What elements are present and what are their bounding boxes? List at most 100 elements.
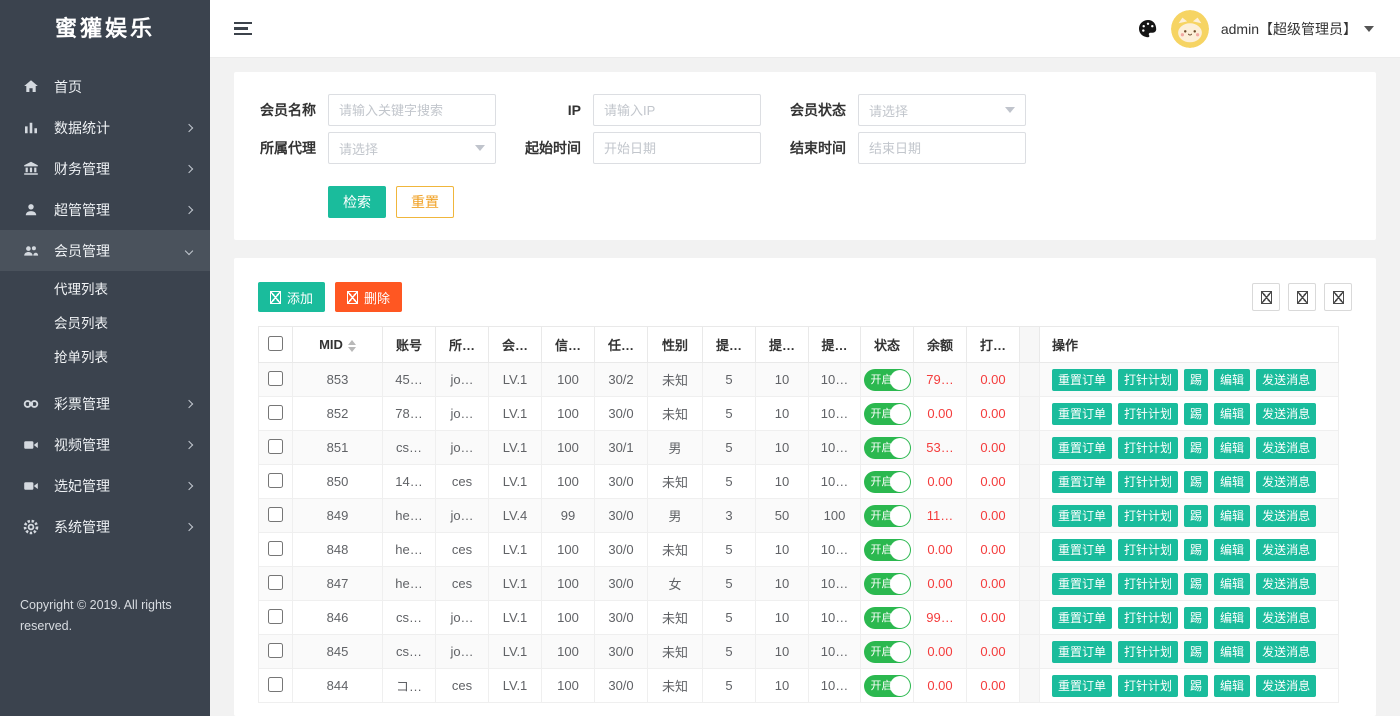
status-toggle[interactable]: 开启 — [864, 369, 911, 391]
row-action-button[interactable]: 编辑 — [1214, 641, 1250, 663]
menu-toggle-button[interactable] — [234, 22, 254, 35]
member-name-input[interactable] — [328, 94, 496, 126]
row-action-button[interactable]: 发送消息 — [1256, 607, 1316, 629]
row-action-button[interactable]: 重置订单 — [1052, 505, 1112, 527]
status-toggle[interactable]: 开启 — [864, 437, 911, 459]
row-action-button[interactable]: 发送消息 — [1256, 539, 1316, 561]
row-action-button[interactable]: 重置订单 — [1052, 403, 1112, 425]
row-action-button[interactable]: 发送消息 — [1256, 641, 1316, 663]
column-mid[interactable]: MID — [293, 327, 383, 363]
user-menu[interactable]: admin【超级管理员】 — [1221, 19, 1374, 39]
status-toggle[interactable]: 开启 — [864, 675, 911, 697]
sidebar-item-superadmin[interactable]: 超管管理 — [0, 189, 210, 230]
sidebar-subitem-grab-list[interactable]: 抢单列表 — [0, 341, 210, 375]
row-action-button[interactable]: 重置订单 — [1052, 607, 1112, 629]
sidebar-item-home[interactable]: 首页 — [0, 66, 210, 107]
row-action-button[interactable]: 编辑 — [1214, 437, 1250, 459]
status-toggle[interactable]: 开启 — [864, 539, 911, 561]
row-action-button[interactable]: 重置订单 — [1052, 437, 1112, 459]
row-action-button[interactable]: 发送消息 — [1256, 573, 1316, 595]
row-action-button[interactable]: 踢 — [1184, 607, 1208, 629]
row-action-button[interactable]: 编辑 — [1214, 675, 1250, 697]
sidebar-item-concubine[interactable]: 选妃管理 — [0, 465, 210, 506]
row-action-button[interactable]: 编辑 — [1214, 369, 1250, 391]
row-checkbox[interactable] — [268, 371, 283, 386]
member-status-select[interactable]: 请选择 — [858, 94, 1026, 126]
search-button[interactable]: 检索 — [328, 186, 386, 218]
row-action-button[interactable]: 重置订单 — [1052, 675, 1112, 697]
status-toggle[interactable]: 开启 — [864, 505, 911, 527]
row-checkbox[interactable] — [268, 473, 283, 488]
row-action-button[interactable]: 踢 — [1184, 539, 1208, 561]
row-action-button[interactable]: 踢 — [1184, 369, 1208, 391]
row-action-button[interactable]: 发送消息 — [1256, 369, 1316, 391]
status-toggle[interactable]: 开启 — [864, 471, 911, 493]
row-action-button[interactable]: 编辑 — [1214, 573, 1250, 595]
row-checkbox[interactable] — [268, 405, 283, 420]
status-toggle[interactable]: 开启 — [864, 573, 911, 595]
row-action-button[interactable]: 发送消息 — [1256, 471, 1316, 493]
row-checkbox[interactable] — [268, 541, 283, 556]
row-action-button[interactable]: 重置订单 — [1052, 369, 1112, 391]
reset-button[interactable]: 重置 — [396, 186, 454, 218]
ip-input[interactable] — [593, 94, 761, 126]
row-action-button[interactable]: 踢 — [1184, 403, 1208, 425]
row-checkbox[interactable] — [268, 677, 283, 692]
row-action-button[interactable]: 重置订单 — [1052, 539, 1112, 561]
row-action-button[interactable]: 踢 — [1184, 675, 1208, 697]
row-action-button[interactable]: 重置订单 — [1052, 471, 1112, 493]
row-action-button[interactable]: 发送消息 — [1256, 675, 1316, 697]
sidebar-item-finance[interactable]: 财务管理 — [0, 148, 210, 189]
row-checkbox[interactable] — [268, 439, 283, 454]
sidebar-subitem-member-list[interactable]: 会员列表 — [0, 307, 210, 341]
row-action-button[interactable]: 打针计划 — [1118, 675, 1178, 697]
row-action-button[interactable]: 编辑 — [1214, 505, 1250, 527]
toolbar-icon-button-2[interactable] — [1288, 283, 1316, 311]
row-action-button[interactable]: 打针计划 — [1118, 641, 1178, 663]
row-action-button[interactable]: 打针计划 — [1118, 607, 1178, 629]
row-checkbox[interactable] — [268, 643, 283, 658]
row-action-button[interactable]: 重置订单 — [1052, 641, 1112, 663]
row-action-button[interactable]: 打针计划 — [1118, 539, 1178, 561]
sidebar-subitem-agent-list[interactable]: 代理列表 — [0, 273, 210, 307]
row-action-button[interactable]: 重置订单 — [1052, 573, 1112, 595]
row-checkbox[interactable] — [268, 507, 283, 522]
row-action-button[interactable]: 踢 — [1184, 505, 1208, 527]
row-checkbox[interactable] — [268, 575, 283, 590]
sidebar-item-video[interactable]: 视频管理 — [0, 424, 210, 465]
row-action-button[interactable]: 打针计划 — [1118, 505, 1178, 527]
row-action-button[interactable]: 踢 — [1184, 471, 1208, 493]
toolbar-icon-button-1[interactable] — [1252, 283, 1280, 311]
row-action-button[interactable]: 发送消息 — [1256, 437, 1316, 459]
row-action-button[interactable]: 打针计划 — [1118, 403, 1178, 425]
row-action-button[interactable]: 踢 — [1184, 437, 1208, 459]
status-toggle[interactable]: 开启 — [864, 403, 911, 425]
sidebar-item-lottery[interactable]: 彩票管理 — [0, 383, 210, 424]
delete-button[interactable]: 删除 — [335, 282, 402, 312]
start-date-input[interactable] — [593, 132, 761, 164]
row-action-button[interactable]: 打针计划 — [1118, 573, 1178, 595]
select-all-checkbox[interactable] — [268, 336, 283, 351]
row-action-button[interactable]: 编辑 — [1214, 403, 1250, 425]
row-action-button[interactable]: 踢 — [1184, 573, 1208, 595]
row-action-button[interactable]: 踢 — [1184, 641, 1208, 663]
sort-icon[interactable] — [348, 340, 356, 352]
row-action-button[interactable]: 打针计划 — [1118, 369, 1178, 391]
add-button[interactable]: 添加 — [258, 282, 325, 312]
toolbar-icon-button-3[interactable] — [1324, 283, 1352, 311]
status-toggle[interactable]: 开启 — [864, 607, 911, 629]
sidebar-item-statistics[interactable]: 数据统计 — [0, 107, 210, 148]
end-date-input[interactable] — [858, 132, 1026, 164]
theme-palette-icon[interactable] — [1137, 18, 1159, 40]
row-action-button[interactable]: 发送消息 — [1256, 505, 1316, 527]
status-toggle[interactable]: 开启 — [864, 641, 911, 663]
row-action-button[interactable]: 打针计划 — [1118, 437, 1178, 459]
row-action-button[interactable]: 编辑 — [1214, 607, 1250, 629]
row-action-button[interactable]: 打针计划 — [1118, 471, 1178, 493]
row-checkbox[interactable] — [268, 609, 283, 624]
row-action-button[interactable]: 编辑 — [1214, 539, 1250, 561]
sidebar-item-system[interactable]: 系统管理 — [0, 506, 210, 547]
avatar[interactable] — [1171, 10, 1209, 48]
row-action-button[interactable]: 发送消息 — [1256, 403, 1316, 425]
sidebar-item-members[interactable]: 会员管理 — [0, 230, 210, 271]
